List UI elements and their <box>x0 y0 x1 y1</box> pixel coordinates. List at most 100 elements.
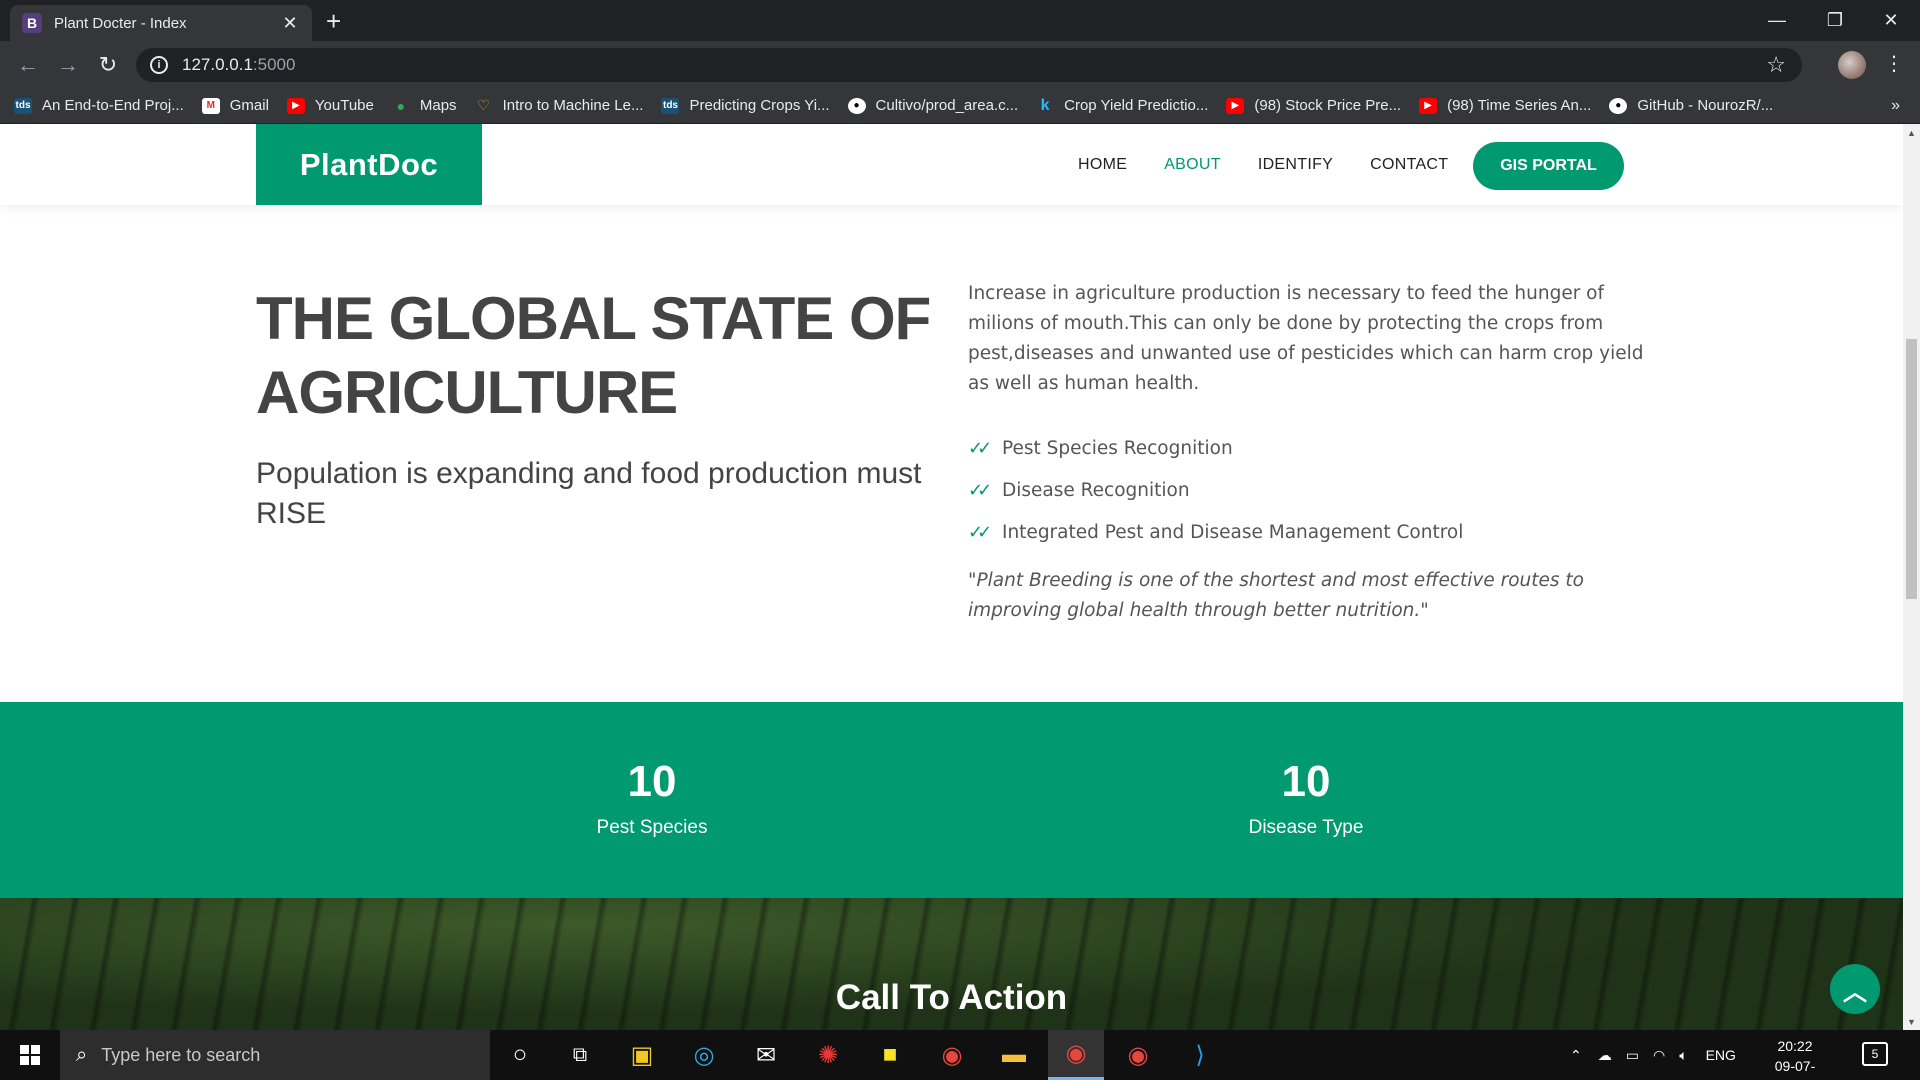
bookmark-item[interactable]: tds Predicting Crops Yi... <box>661 97 830 114</box>
stats-section: 10 Pest Species 10 Disease Type <box>0 702 1903 898</box>
edge-icon[interactable]: ◎ <box>676 1030 732 1080</box>
app-icon[interactable]: ✺ <box>800 1030 856 1080</box>
search-icon: ⌕ <box>76 1043 88 1066</box>
reload-icon[interactable]: ↻ <box>94 51 122 79</box>
onedrive-icon[interactable]: ☁ <box>1598 1047 1612 1064</box>
scroll-down-icon[interactable]: ▼ <box>1903 1013 1920 1030</box>
bookmark-item[interactable]: ● Maps <box>392 97 457 114</box>
forward-icon[interactable]: → <box>54 51 82 79</box>
list-item: ✓✓ Integrated Pest and Disease Management… <box>968 521 1464 543</box>
notification-center-icon[interactable]: 5 <box>1862 1042 1888 1066</box>
bookmark-item[interactable]: ♡ Intro to Machine Le... <box>475 97 643 114</box>
wifi-icon[interactable]: ◠ <box>1653 1047 1665 1064</box>
browser-tab-bar: B Plant Docter - Index ✕ + — ❐ ✕ <box>0 0 1920 41</box>
bookmark-item[interactable]: tds An End-to-End Proj... <box>14 97 184 114</box>
bookmark-item[interactable]: ▶ YouTube <box>286 97 374 114</box>
back-icon[interactable]: ← <box>14 51 42 79</box>
youtube-icon: ▶ <box>286 97 305 114</box>
stat-disease-type: 10 Disease Type <box>1156 757 1456 839</box>
double-check-icon: ✓✓ <box>968 437 992 459</box>
sticky-notes-icon[interactable]: ■ <box>862 1030 918 1080</box>
heart-icon: ♡ <box>477 97 490 113</box>
language-indicator[interactable]: ENG <box>1706 1047 1736 1063</box>
browser-menu-icon[interactable]: ⋮ <box>1884 51 1904 76</box>
nav-identify[interactable]: IDENTIFY <box>1258 156 1333 174</box>
browser-tab[interactable]: B Plant Docter - Index ✕ <box>10 5 312 41</box>
bookmark-item[interactable]: ▶ (98) Time Series An... <box>1419 97 1591 114</box>
battery-icon[interactable]: ▭ <box>1626 1047 1639 1064</box>
double-check-icon: ✓✓ <box>968 479 992 501</box>
feature-list: ✓✓ Pest Species Recognition ✓✓ Disease Rec… <box>968 427 1463 553</box>
more-bookmarks-icon[interactable]: » <box>1891 97 1900 115</box>
cta-title: Call To Action <box>835 978 1068 1017</box>
maps-icon: ● <box>396 97 406 114</box>
stat-value: 10 <box>1281 757 1331 806</box>
kaggle-icon: k <box>1040 96 1050 114</box>
list-item: ✓✓ Pest Species Recognition <box>968 437 1233 459</box>
browser-toolbar: ← → ↻ i 127.0.0.1:5000 ☆ ⋮ <box>0 41 1920 88</box>
info-icon[interactable]: i <box>150 56 168 74</box>
profile-avatar[interactable] <box>1838 51 1866 79</box>
scrollbar-thumb[interactable] <box>1906 339 1917 599</box>
youtube-icon: ▶ <box>1419 97 1438 114</box>
url-host: 127.0.0.1 <box>182 55 253 74</box>
minimize-icon[interactable]: — <box>1748 0 1806 41</box>
chevron-up-icon: ︿ <box>1843 978 1867 1006</box>
chevron-up-icon[interactable]: ⌃ <box>1570 1047 1582 1064</box>
bookmark-item[interactable]: ▶ (98) Stock Price Pre... <box>1226 97 1401 114</box>
github-icon: ● <box>1609 97 1628 114</box>
call-to-action-section: Call To Action <box>0 898 1903 1030</box>
store-icon[interactable]: ▣ <box>614 1030 670 1080</box>
stat-label: Disease Type <box>1248 817 1364 838</box>
volume-icon[interactable]: 🔈︎ <box>1679 1047 1687 1064</box>
github-icon: ● <box>847 97 866 114</box>
chrome-profile-icon[interactable]: ◉ <box>1110 1030 1166 1080</box>
nav-home[interactable]: HOME <box>1078 156 1127 174</box>
page-scrollbar[interactable]: ▲ ▼ <box>1903 124 1920 1030</box>
youtube-icon: ▶ <box>1226 97 1245 114</box>
file-explorer-icon[interactable]: ▬ <box>986 1030 1042 1080</box>
gmail-icon: M <box>201 97 220 114</box>
bookmark-star-icon[interactable]: ☆ <box>1766 52 1786 78</box>
bootstrap-favicon-icon: B <box>22 13 42 33</box>
quote-text: "Plant Breeding is one of the shortest a… <box>968 570 1584 621</box>
task-view-icon[interactable]: ⧉ <box>552 1030 608 1080</box>
clock-time: 20:22 <box>1777 1038 1813 1054</box>
clock[interactable]: 20:22 09-07-2020 <box>1760 1036 1830 1080</box>
stat-value: 10 <box>627 757 677 806</box>
bookmark-item[interactable]: M Gmail <box>201 97 269 114</box>
chrome-active-icon[interactable]: ◉ <box>1048 1030 1104 1080</box>
gis-portal-button[interactable]: GIS PORTAL <box>1473 142 1624 190</box>
scroll-up-icon[interactable]: ▲ <box>1903 124 1920 141</box>
main-nav: HOME ABOUT IDENTIFY CONTACT <box>1078 124 1485 205</box>
url-port: :5000 <box>252 55 296 74</box>
stat-label: Pest Species <box>596 817 708 838</box>
new-tab-icon[interactable]: + <box>326 8 341 34</box>
back-to-top-button[interactable]: ︿ <box>1830 964 1880 1014</box>
bookmark-item[interactable]: ● GitHub - NourozR/... <box>1609 97 1773 114</box>
nav-about[interactable]: ABOUT <box>1164 156 1221 174</box>
restore-icon[interactable]: ❐ <box>1806 0 1864 41</box>
system-tray: ⌃ ☁ ▭ ◠ 🔈︎ ENG <box>1570 1030 1736 1080</box>
windows-logo-icon <box>20 1045 40 1065</box>
taskbar-search[interactable]: ⌕ Type here to search <box>60 1030 490 1080</box>
page-viewport: PlantDoc HOME ABOUT IDENTIFY CONTACT GIS… <box>0 124 1903 1030</box>
windows-taskbar: ⌕ Type here to search ○ ⧉ ▣ ◎ ✉ ✺ ■ ◉ ▬ … <box>0 1030 1920 1080</box>
tds-icon: tds <box>14 97 32 114</box>
close-window-icon[interactable]: ✕ <box>1862 0 1920 41</box>
close-tab-icon[interactable]: ✕ <box>280 13 300 34</box>
mail-icon[interactable]: ✉ <box>738 1030 794 1080</box>
bookmark-item[interactable]: ● Cultivo/prod_area.c... <box>847 97 1018 114</box>
tds-icon: tds <box>661 97 680 114</box>
chrome-icon[interactable]: ◉ <box>924 1030 980 1080</box>
search-placeholder: Type here to search <box>101 1044 261 1065</box>
address-bar[interactable]: i 127.0.0.1:5000 ☆ <box>136 48 1802 82</box>
list-item: ✓✓ Disease Recognition <box>968 479 1190 501</box>
site-logo[interactable]: PlantDoc <box>256 124 482 205</box>
bookmark-item[interactable]: k Crop Yield Predictio... <box>1036 96 1209 115</box>
cortana-icon[interactable]: ○ <box>492 1030 548 1080</box>
nav-contact[interactable]: CONTACT <box>1370 156 1448 174</box>
start-button[interactable] <box>0 1030 60 1080</box>
bookmarks-bar: tds An End-to-End Proj... M Gmail ▶ YouTube… <box>0 88 1920 124</box>
vscode-icon[interactable]: ⟩ <box>1172 1030 1228 1080</box>
